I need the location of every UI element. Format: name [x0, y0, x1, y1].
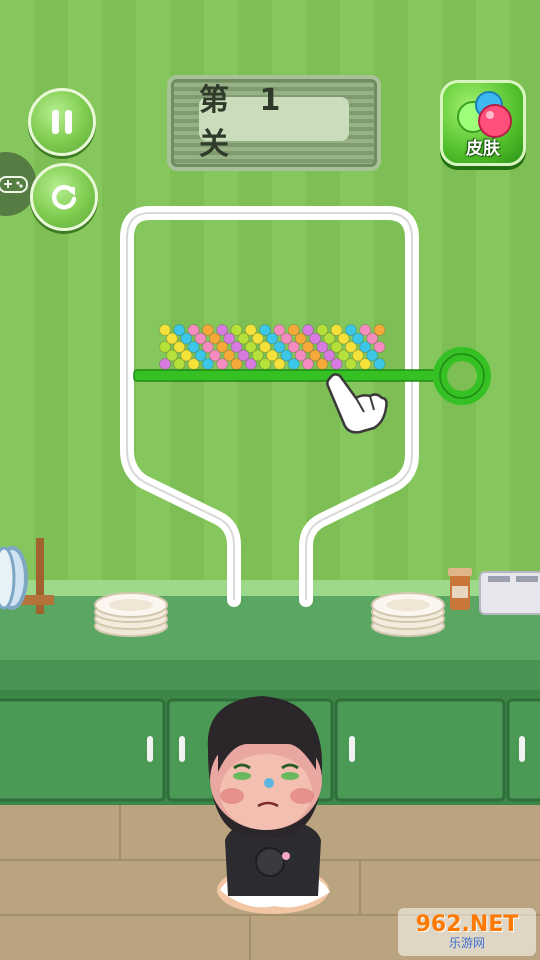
- skin-button[interactable]: 皮肤: [440, 80, 526, 166]
- candy: [302, 324, 314, 336]
- watermark-brand: 962.NET: [415, 912, 519, 937]
- toaster: [479, 571, 540, 615]
- candy: [187, 324, 200, 336]
- candy: [373, 324, 386, 336]
- candy: [244, 324, 257, 336]
- candy: [201, 324, 214, 336]
- candy: [330, 324, 343, 336]
- pause-icon: [52, 110, 72, 134]
- candy: [273, 324, 286, 336]
- candy: [344, 324, 357, 336]
- girl-character: [207, 696, 330, 914]
- restart-icon: [51, 185, 77, 210]
- skin-button-label: 皮肤: [466, 139, 500, 159]
- level-banner: 第 1 关: [167, 75, 381, 171]
- candy: [173, 324, 186, 336]
- plate-stack-left: [94, 592, 168, 637]
- gamepad-icon: [0, 176, 28, 193]
- pause-button[interactable]: [28, 88, 96, 156]
- candy: [216, 324, 229, 336]
- candy: [359, 324, 372, 336]
- candy: [316, 324, 329, 336]
- restart-button[interactable]: [30, 163, 98, 231]
- watermark-site: 乐游网: [448, 936, 485, 950]
- level-plate: 第 1 关: [199, 83, 349, 162]
- level-title: 第 1 关: [199, 83, 291, 162]
- candy: [287, 324, 300, 336]
- candy: [159, 324, 171, 336]
- watermark-logo: 962.NET 乐游网: [398, 908, 536, 956]
- plate-stack-right: [371, 592, 445, 637]
- counter-edge: [0, 660, 540, 690]
- skin-balls-icon: [457, 91, 512, 138]
- candy: [259, 324, 272, 336]
- candy: [230, 324, 243, 336]
- spice-jar: [448, 568, 472, 610]
